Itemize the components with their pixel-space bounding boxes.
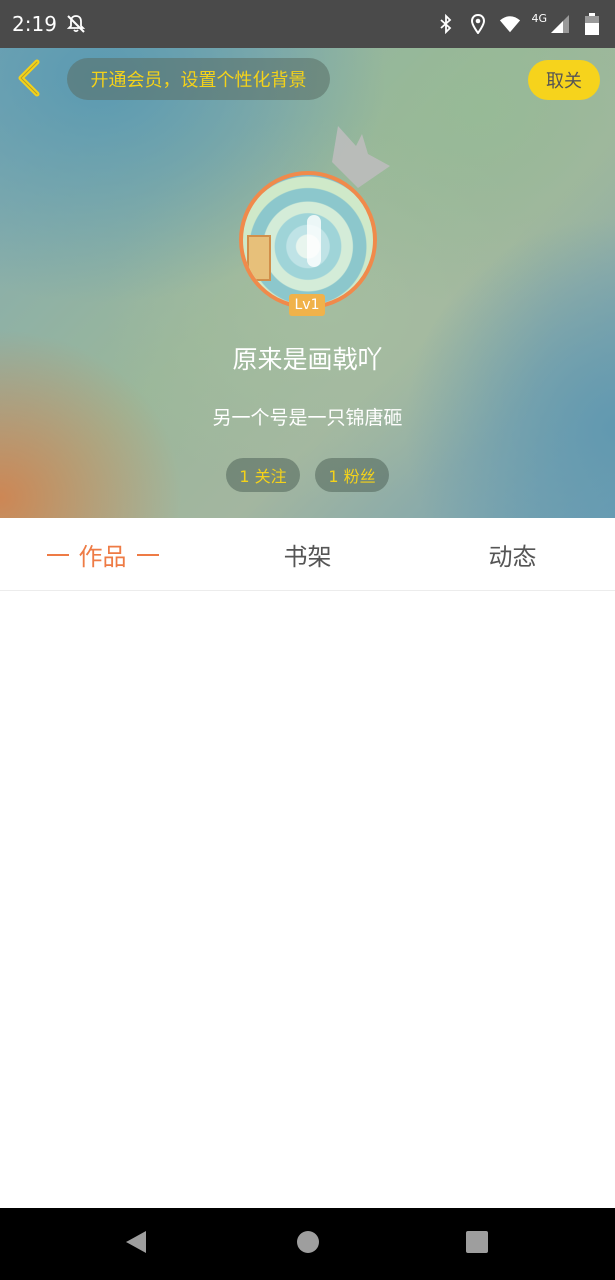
tab-works[interactable]: 作品: [30, 518, 175, 591]
avatar-decoration: [247, 235, 271, 281]
active-indicator-right: [136, 553, 159, 556]
nav-home-button[interactable]: [288, 1226, 328, 1262]
tab-works-label: 作品: [78, 543, 127, 571]
unfollow-button[interactable]: 取关: [528, 60, 600, 100]
level-badge: Lv1: [289, 294, 325, 316]
profile-header: 开通会员，设置个性化背景 取关 Lv1 原来是画戟吖 另一个号是一只锦唐砸 1 …: [0, 48, 615, 518]
vip-prompt-text: 开通会员，设置个性化背景: [90, 70, 307, 91]
active-indicator-left: [46, 553, 69, 556]
wifi-icon: [499, 13, 521, 35]
recents-square-icon: [465, 1230, 489, 1258]
status-right: 4G: [435, 11, 603, 35]
tab-bookshelf[interactable]: 书架: [245, 518, 370, 591]
bio: 另一个号是一只锦唐砸: [212, 407, 403, 429]
back-triangle-icon: [124, 1229, 148, 1259]
status-left: 2:19: [12, 12, 87, 36]
tab-activity[interactable]: 动态: [450, 518, 575, 591]
system-navigation-bar: [0, 1208, 615, 1280]
status-time: 2:19: [12, 12, 57, 36]
fans-count-button[interactable]: 1 粉丝: [315, 458, 389, 492]
back-button[interactable]: [10, 59, 50, 101]
level-text: Lv1: [294, 297, 320, 313]
vip-background-prompt[interactable]: 开通会员，设置个性化背景: [67, 58, 330, 100]
battery-icon: [581, 13, 603, 35]
location-icon: [467, 13, 489, 35]
unfollow-label: 取关: [546, 71, 582, 92]
tab-activity-label: 动态: [488, 543, 537, 571]
nav-recents-button[interactable]: [457, 1226, 497, 1262]
tab-bookshelf-label: 书架: [283, 543, 332, 571]
following-count-button[interactable]: 1 关注: [226, 458, 300, 492]
status-bar: 2:19 4G: [0, 0, 615, 48]
avatar-figure: [307, 215, 321, 267]
home-circle-icon: [296, 1230, 320, 1258]
signal-icon: [549, 13, 571, 35]
network-type: 4G: [531, 11, 547, 25]
username: 原来是画戟吖: [232, 345, 383, 374]
avatar[interactable]: [239, 171, 377, 309]
fans-label: 1 粉丝: [328, 467, 376, 486]
chevron-left-icon: [15, 59, 45, 101]
following-label: 1 关注: [239, 467, 287, 486]
bluetooth-icon: [435, 13, 457, 35]
notifications-off-icon: [65, 13, 87, 35]
nav-back-button[interactable]: [116, 1226, 156, 1262]
tab-content-area: [0, 592, 615, 1208]
profile-tabs: 作品 书架 动态: [0, 518, 615, 591]
